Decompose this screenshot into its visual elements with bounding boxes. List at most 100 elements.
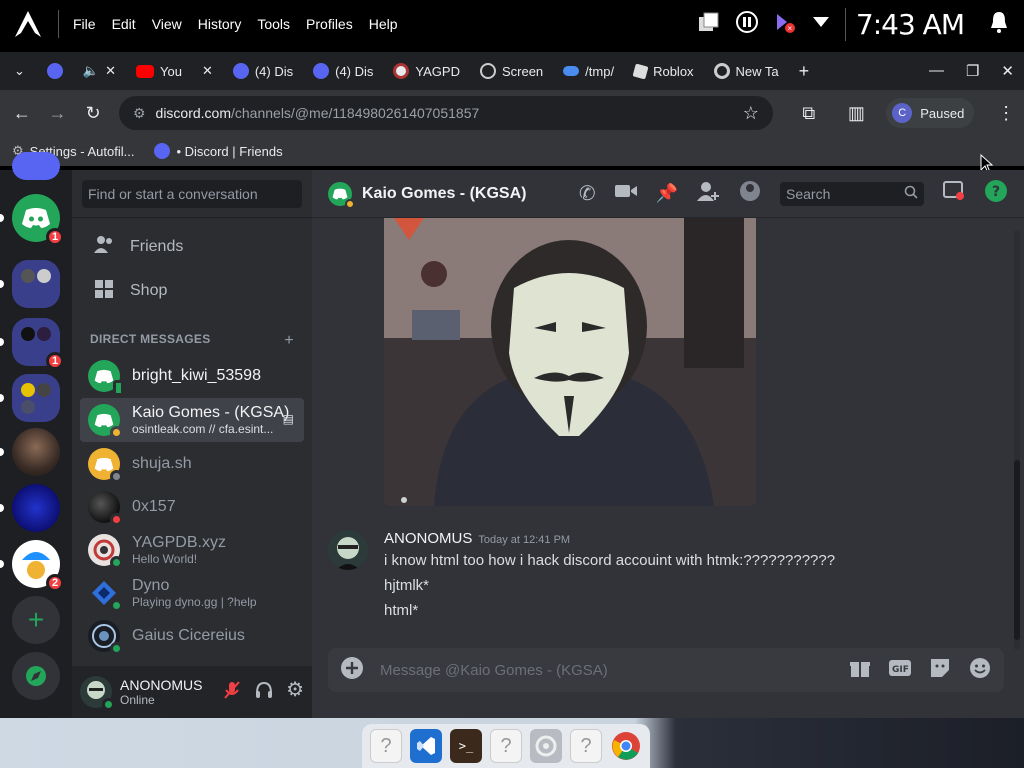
- server-avatar[interactable]: 2: [12, 540, 64, 592]
- server-folder[interactable]: 1: [12, 318, 64, 370]
- avatar[interactable]: [80, 676, 115, 711]
- extensions-icon[interactable]: ⧉: [791, 103, 827, 124]
- unknown-app-icon[interactable]: ?: [570, 729, 602, 763]
- settings-app-icon[interactable]: [530, 729, 562, 763]
- chat-search-input[interactable]: Search: [780, 181, 924, 206]
- tab-9[interactable]: New Ta: [704, 56, 789, 86]
- gif-icon[interactable]: GIF: [888, 656, 912, 685]
- mic-muted-icon[interactable]: [222, 680, 242, 705]
- shop-nav[interactable]: Shop: [80, 270, 304, 312]
- explore-servers-button[interactable]: [12, 652, 60, 700]
- tab-4[interactable]: (4) Dis: [303, 56, 383, 86]
- gift-icon[interactable]: [848, 656, 872, 685]
- close-icon[interactable]: ✕: [202, 63, 213, 79]
- unknown-app-icon[interactable]: ?: [370, 729, 402, 763]
- add-friends-to-dm-icon[interactable]: [696, 180, 720, 207]
- dock: ? >_ ? ?: [362, 724, 650, 768]
- vscode-icon[interactable]: [410, 729, 442, 763]
- desktop-background: ? >_ ? ?: [0, 718, 1024, 768]
- tab-3[interactable]: (4) Dis: [223, 56, 303, 86]
- arch-logo-icon[interactable]: [10, 6, 46, 42]
- help-icon[interactable]: ?: [984, 179, 1008, 208]
- server-avatar[interactable]: [12, 428, 60, 476]
- tab-list-icon[interactable]: ⌄: [0, 56, 37, 86]
- close-window-icon[interactable]: ✕: [1001, 62, 1014, 80]
- back-icon[interactable]: ←: [4, 103, 40, 124]
- tab-0[interactable]: [37, 56, 73, 86]
- discord-home-icon[interactable]: 1: [12, 194, 64, 246]
- svg-text:GIF: GIF: [892, 665, 909, 675]
- forward-icon[interactable]: →: [40, 103, 76, 124]
- tab-7[interactable]: /tmp/: [553, 56, 624, 86]
- dm-item[interactable]: Dyno Playing dyno.gg | ?help: [80, 572, 304, 614]
- restore-icon[interactable]: ❐: [966, 62, 979, 80]
- mic-muted-icon[interactable]: ×: [773, 10, 797, 39]
- bell-icon[interactable]: [988, 10, 1010, 39]
- video-call-icon[interactable]: [614, 182, 638, 205]
- close-icon[interactable]: ✕: [105, 63, 116, 79]
- server-folder[interactable]: [12, 260, 60, 308]
- tab-2[interactable]: You ✕: [126, 56, 223, 86]
- server-avatar[interactable]: [12, 484, 60, 532]
- sticker-icon[interactable]: [928, 656, 952, 685]
- friends-nav[interactable]: Friends: [80, 226, 304, 268]
- reload-icon[interactable]: ↻: [75, 103, 111, 124]
- menu-history[interactable]: History: [198, 16, 242, 32]
- pause-icon[interactable]: [735, 10, 759, 39]
- dm-item[interactable]: YAGPDB.xyz Hello World!: [80, 529, 304, 571]
- emoji-icon[interactable]: [968, 656, 992, 685]
- minimize-icon[interactable]: —: [929, 62, 944, 80]
- kebab-menu-icon[interactable]: ⋮: [988, 103, 1024, 124]
- pinned-messages-icon[interactable]: 📌: [656, 183, 678, 204]
- side-panel-icon[interactable]: ▥: [839, 103, 875, 124]
- menu-tools[interactable]: Tools: [257, 16, 290, 32]
- address-bar[interactable]: ⚙ discord.com/channels/@me/1184980261407…: [118, 96, 773, 130]
- menu-edit[interactable]: Edit: [112, 16, 136, 32]
- dm-item[interactable]: bright_kiwi_53598: [80, 355, 304, 397]
- new-tab-button[interactable]: +: [789, 56, 820, 86]
- chrome-icon[interactable]: [610, 729, 642, 763]
- add-server-button[interactable]: +: [12, 596, 60, 644]
- tab-6[interactable]: Screen: [470, 56, 553, 86]
- home-button[interactable]: [12, 152, 60, 180]
- inbox-icon[interactable]: [942, 180, 966, 207]
- menu-help[interactable]: Help: [369, 16, 398, 32]
- unknown-app-icon[interactable]: ?: [490, 729, 522, 763]
- user-profile-icon[interactable]: [738, 179, 762, 208]
- headphones-icon[interactable]: [254, 680, 274, 705]
- voice-call-icon[interactable]: ✆: [579, 181, 596, 206]
- create-dm-icon[interactable]: +: [284, 332, 294, 350]
- dm-item[interactable]: 0x157: [80, 486, 304, 528]
- upload-plus-icon[interactable]: [340, 656, 364, 685]
- attached-image[interactable]: [384, 218, 756, 506]
- dm-item[interactable]: shuja.sh: [80, 443, 304, 485]
- online-status-icon: [110, 556, 123, 569]
- dm-item[interactable]: Gaius Cicereius: [80, 615, 304, 657]
- profile-button[interactable]: C Paused: [886, 98, 975, 128]
- bookmark-star-icon[interactable]: ☆: [743, 103, 759, 124]
- find-conversation-input[interactable]: Find or start a conversation: [82, 179, 302, 208]
- chat-scrollbar[interactable]: [1014, 230, 1020, 650]
- username: ANONOMUS: [120, 677, 203, 693]
- tab-5[interactable]: YAGPD: [383, 56, 470, 86]
- scrollbar-thumb[interactable]: [1014, 460, 1020, 640]
- dm-name: 0x157: [132, 498, 176, 515]
- menu-profiles[interactable]: Profiles: [306, 16, 353, 32]
- clipboard-icon[interactable]: [697, 11, 721, 38]
- dm-item[interactable]: Kaio Gomes - (KGSA) osintleak.com // cfa…: [80, 398, 304, 442]
- avatar: [88, 491, 123, 526]
- dm-name: Kaio Gomes - (KGSA): [132, 404, 290, 421]
- menu-view[interactable]: View: [152, 16, 182, 32]
- message-author[interactable]: ANONOMUS: [384, 530, 472, 547]
- dropdown-icon[interactable]: [811, 15, 831, 34]
- tab-8[interactable]: Roblox: [624, 56, 703, 86]
- menu-file[interactable]: File: [73, 16, 96, 32]
- server-folder[interactable]: [12, 374, 60, 422]
- tab-1[interactable]: 🔈 ✕: [73, 56, 126, 86]
- bookmark-discord[interactable]: • Discord | Friends: [154, 143, 283, 159]
- site-info-icon[interactable]: ⚙: [133, 105, 146, 122]
- settings-gear-icon[interactable]: ⚙: [286, 680, 304, 705]
- avatar[interactable]: [328, 530, 368, 570]
- message-input[interactable]: [380, 661, 832, 679]
- terminal-icon[interactable]: >_: [450, 729, 482, 763]
